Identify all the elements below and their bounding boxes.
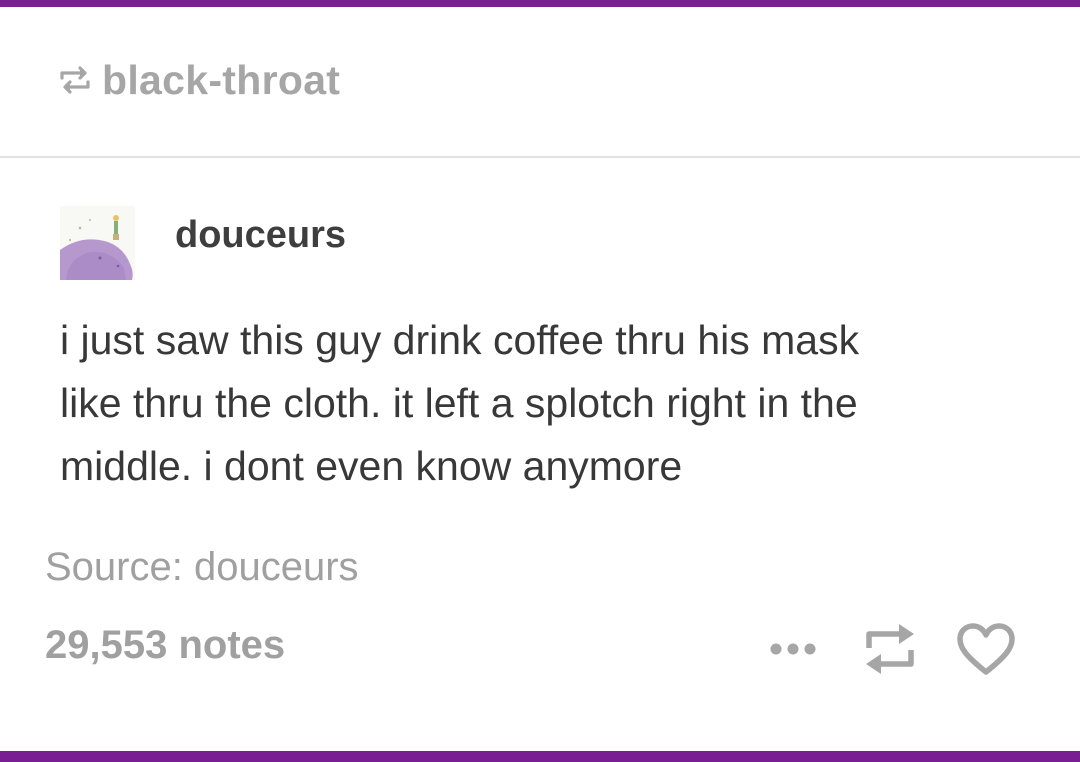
source-name: douceurs — [193, 545, 359, 589]
heart-icon — [956, 622, 1016, 681]
post-text-line: like thru the cloth. it left a splotch r… — [60, 380, 858, 426]
top-accent-bar — [0, 0, 1080, 7]
more-icon — [763, 639, 823, 664]
source-link[interactable]: Source: douceurs — [45, 545, 359, 590]
post-text-line: i just saw this guy drink coffee thru hi… — [60, 317, 860, 363]
post-text-line: middle. i dont even know anymore — [60, 443, 683, 489]
like-button[interactable] — [952, 620, 1020, 682]
reblog-button[interactable] — [858, 620, 922, 682]
reblog-icon — [58, 63, 92, 97]
post-author[interactable]: douceurs — [175, 214, 346, 257]
reblog-icon — [861, 621, 919, 682]
author-avatar[interactable] — [60, 206, 135, 280]
reblogged-from-user[interactable]: black-throat — [58, 52, 340, 108]
notes-count[interactable]: 29,553 notes — [45, 623, 285, 668]
bottom-accent-bar — [0, 751, 1080, 762]
header-divider — [0, 156, 1080, 158]
source-label: Source: — [45, 545, 183, 589]
reblog-username: black-throat — [102, 56, 341, 103]
more-options-button[interactable] — [760, 632, 826, 670]
post-text: i just saw this guy drink coffee thru hi… — [60, 309, 1020, 498]
